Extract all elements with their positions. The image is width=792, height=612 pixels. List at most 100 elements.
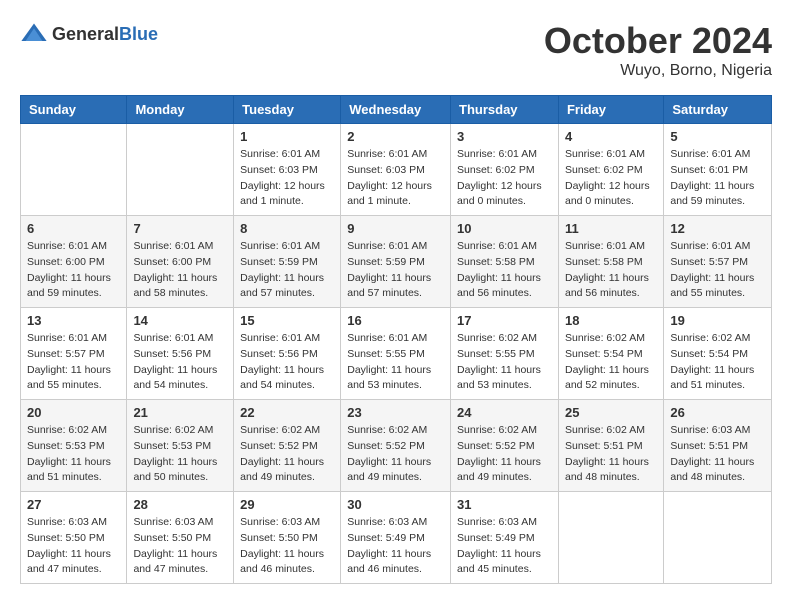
calendar-cell: 27Sunrise: 6:03 AMSunset: 5:50 PMDayligh…	[21, 492, 127, 584]
calendar-cell: 9Sunrise: 6:01 AMSunset: 5:59 PMDaylight…	[341, 216, 451, 308]
day-info: Sunrise: 6:01 AMSunset: 6:03 PMDaylight:…	[240, 147, 334, 210]
day-number: 16	[347, 313, 444, 328]
month-title: October 2024	[544, 20, 772, 62]
calendar-cell: 18Sunrise: 6:02 AMSunset: 5:54 PMDayligh…	[558, 308, 663, 400]
calendar-cell: 24 Sunrise: 6:02 AMSunset: 5:52 PMDayligh…	[451, 400, 559, 492]
calendar-cell: 12Sunrise: 6:01 AMSunset: 5:57 PMDayligh…	[664, 216, 772, 308]
weekday-header-sunday: Sunday	[21, 96, 127, 124]
calendar-cell: 25 Sunrise: 6:02 AMSunset: 5:51 PMDayligh…	[558, 400, 663, 492]
calendar-week-1: 1 Sunrise: 6:01 AMSunset: 6:03 PMDaylight…	[21, 124, 772, 216]
weekday-header-saturday: Saturday	[664, 96, 772, 124]
day-number: 22	[240, 405, 334, 420]
calendar-cell: 4Sunrise: 6:01 AMSunset: 6:02 PMDaylight…	[558, 124, 663, 216]
calendar-week-4: 20 Sunrise: 6:02 AMSunset: 5:53 PMDayligh…	[21, 400, 772, 492]
day-number: 28	[133, 497, 227, 512]
day-info: Sunrise: 6:01 AMSunset: 5:56 PMDaylight:…	[240, 331, 334, 394]
day-number: 27	[27, 497, 120, 512]
day-info: Sunrise: 6:01 AMSunset: 6:03 PMDaylight:…	[347, 147, 444, 210]
day-info: Sunrise: 6:02 AMSunset: 5:52 PMDaylight:…	[457, 423, 552, 486]
day-info: Sunrise: 6:03 AMSunset: 5:50 PMDaylight:…	[240, 515, 334, 578]
day-number: 5	[670, 129, 765, 144]
day-info: Sunrise: 6:01 AMSunset: 5:55 PMDaylight:…	[347, 331, 444, 394]
logo: GeneralBlue	[20, 20, 158, 48]
calendar-cell: 1 Sunrise: 6:01 AMSunset: 6:03 PMDaylight…	[234, 124, 341, 216]
calendar-cell: 15 Sunrise: 6:01 AMSunset: 5:56 PMDayligh…	[234, 308, 341, 400]
day-info: Sunrise: 6:01 AMSunset: 5:58 PMDaylight:…	[565, 239, 657, 302]
day-info: Sunrise: 6:02 AMSunset: 5:53 PMDaylight:…	[27, 423, 120, 486]
day-info: Sunrise: 6:03 AMSunset: 5:49 PMDaylight:…	[457, 515, 552, 578]
calendar-cell: 6 Sunrise: 6:01 AMSunset: 6:00 PMDaylight…	[21, 216, 127, 308]
day-info: Sunrise: 6:01 AMSunset: 5:57 PMDaylight:…	[27, 331, 120, 394]
day-number: 6	[27, 221, 120, 236]
day-info: Sunrise: 6:02 AMSunset: 5:52 PMDaylight:…	[347, 423, 444, 486]
calendar-cell: 5Sunrise: 6:01 AMSunset: 6:01 PMDaylight…	[664, 124, 772, 216]
calendar-cell	[21, 124, 127, 216]
day-number: 4	[565, 129, 657, 144]
title-block: October 2024 Wuyo, Borno, Nigeria	[544, 20, 772, 80]
day-number: 21	[133, 405, 227, 420]
weekday-header-wednesday: Wednesday	[341, 96, 451, 124]
calendar-week-3: 13 Sunrise: 6:01 AMSunset: 5:57 PMDayligh…	[21, 308, 772, 400]
day-info: Sunrise: 6:01 AMSunset: 5:56 PMDaylight:…	[133, 331, 227, 394]
day-info: Sunrise: 6:01 AMSunset: 5:59 PMDaylight:…	[240, 239, 334, 302]
day-info: Sunrise: 6:01 AMSunset: 6:00 PMDaylight:…	[133, 239, 227, 302]
day-number: 7	[133, 221, 227, 236]
logo-general: General	[52, 24, 119, 44]
day-info: Sunrise: 6:01 AMSunset: 5:57 PMDaylight:…	[670, 239, 765, 302]
calendar-cell: 17Sunrise: 6:02 AMSunset: 5:55 PMDayligh…	[451, 308, 559, 400]
calendar-cell: 29 Sunrise: 6:03 AMSunset: 5:50 PMDayligh…	[234, 492, 341, 584]
day-number: 13	[27, 313, 120, 328]
calendar-cell: 11 Sunrise: 6:01 AMSunset: 5:58 PMDayligh…	[558, 216, 663, 308]
day-info: Sunrise: 6:02 AMSunset: 5:53 PMDaylight:…	[133, 423, 227, 486]
day-number: 29	[240, 497, 334, 512]
day-info: Sunrise: 6:02 AMSunset: 5:51 PMDaylight:…	[565, 423, 657, 486]
day-number: 2	[347, 129, 444, 144]
weekday-header-row: SundayMondayTuesdayWednesdayThursdayFrid…	[21, 96, 772, 124]
day-number: 15	[240, 313, 334, 328]
day-number: 23	[347, 405, 444, 420]
calendar-cell: 19 Sunrise: 6:02 AMSunset: 5:54 PMDayligh…	[664, 308, 772, 400]
calendar-body: 1 Sunrise: 6:01 AMSunset: 6:03 PMDaylight…	[21, 124, 772, 584]
logo-text: GeneralBlue	[52, 24, 158, 45]
day-number: 18	[565, 313, 657, 328]
calendar-cell: 30 Sunrise: 6:03 AMSunset: 5:49 PMDayligh…	[341, 492, 451, 584]
day-info: Sunrise: 6:02 AMSunset: 5:54 PMDaylight:…	[670, 331, 765, 394]
calendar-cell: 3Sunrise: 6:01 AMSunset: 6:02 PMDaylight…	[451, 124, 559, 216]
day-number: 9	[347, 221, 444, 236]
day-number: 30	[347, 497, 444, 512]
calendar-cell: 21 Sunrise: 6:02 AMSunset: 5:53 PMDayligh…	[127, 400, 234, 492]
day-info: Sunrise: 6:03 AMSunset: 5:51 PMDaylight:…	[670, 423, 765, 486]
day-number: 24	[457, 405, 552, 420]
calendar-cell	[664, 492, 772, 584]
day-number: 25	[565, 405, 657, 420]
day-number: 19	[670, 313, 765, 328]
day-info: Sunrise: 6:01 AMSunset: 6:00 PMDaylight:…	[27, 239, 120, 302]
calendar-cell: 2 Sunrise: 6:01 AMSunset: 6:03 PMDaylight…	[341, 124, 451, 216]
calendar-cell	[558, 492, 663, 584]
calendar-cell: 16 Sunrise: 6:01 AMSunset: 5:55 PMDayligh…	[341, 308, 451, 400]
day-number: 11	[565, 221, 657, 236]
calendar-cell	[127, 124, 234, 216]
calendar-cell: 7 Sunrise: 6:01 AMSunset: 6:00 PMDaylight…	[127, 216, 234, 308]
day-info: Sunrise: 6:03 AMSunset: 5:49 PMDaylight:…	[347, 515, 444, 578]
day-info: Sunrise: 6:01 AMSunset: 5:58 PMDaylight:…	[457, 239, 552, 302]
day-info: Sunrise: 6:03 AMSunset: 5:50 PMDaylight:…	[133, 515, 227, 578]
calendar-cell: 13 Sunrise: 6:01 AMSunset: 5:57 PMDayligh…	[21, 308, 127, 400]
day-number: 10	[457, 221, 552, 236]
calendar-cell: 8 Sunrise: 6:01 AMSunset: 5:59 PMDaylight…	[234, 216, 341, 308]
day-number: 17	[457, 313, 552, 328]
calendar-cell: 23 Sunrise: 6:02 AMSunset: 5:52 PMDayligh…	[341, 400, 451, 492]
day-number: 8	[240, 221, 334, 236]
day-info: Sunrise: 6:02 AMSunset: 5:52 PMDaylight:…	[240, 423, 334, 486]
weekday-header-monday: Monday	[127, 96, 234, 124]
day-number: 20	[27, 405, 120, 420]
day-number: 31	[457, 497, 552, 512]
weekday-header-thursday: Thursday	[451, 96, 559, 124]
calendar-cell: 22 Sunrise: 6:02 AMSunset: 5:52 PMDayligh…	[234, 400, 341, 492]
day-number: 1	[240, 129, 334, 144]
calendar-cell: 20 Sunrise: 6:02 AMSunset: 5:53 PMDayligh…	[21, 400, 127, 492]
calendar-cell: 26Sunrise: 6:03 AMSunset: 5:51 PMDayligh…	[664, 400, 772, 492]
weekday-header-friday: Friday	[558, 96, 663, 124]
day-number: 3	[457, 129, 552, 144]
location-title: Wuyo, Borno, Nigeria	[544, 62, 772, 80]
